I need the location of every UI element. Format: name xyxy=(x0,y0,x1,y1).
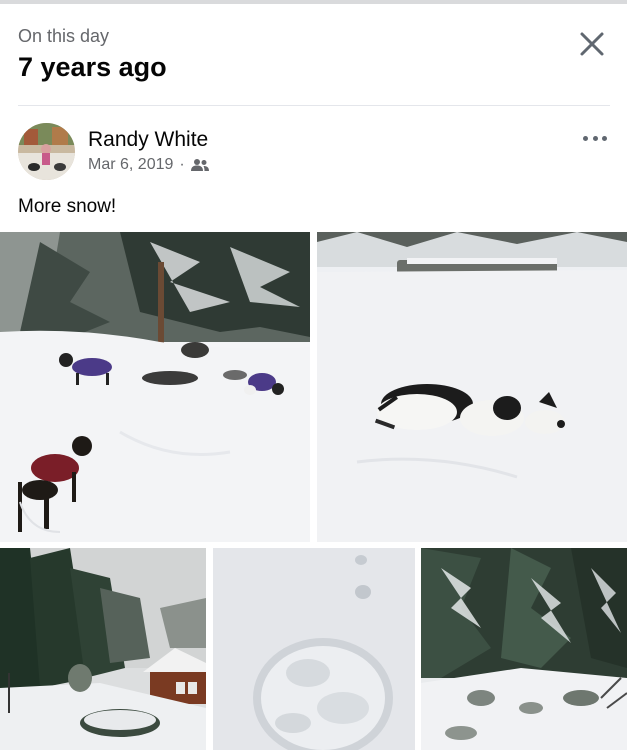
post-meta: Mar 6, 2019 · xyxy=(88,156,209,174)
more-options-button[interactable] xyxy=(580,128,610,148)
more-dot xyxy=(592,135,598,141)
meta-separator: · xyxy=(179,156,185,173)
post-text: More snow! xyxy=(18,196,117,217)
photo-snow-closeup[interactable] xyxy=(213,548,415,750)
friends-icon[interactable] xyxy=(190,158,209,172)
photo-dogs-in-snow-yard[interactable] xyxy=(0,232,310,542)
photo-snowy-cabin[interactable] xyxy=(0,548,206,750)
header-divider xyxy=(18,105,610,106)
avatar[interactable] xyxy=(18,123,75,180)
more-dot xyxy=(583,135,588,141)
memory-header: On this day 7 years ago xyxy=(0,4,627,105)
close-button[interactable] xyxy=(574,26,610,62)
more-dot xyxy=(602,135,607,141)
post-date[interactable]: Mar 6, 2019 xyxy=(88,156,173,174)
photo-dog-rolling-in-snow[interactable] xyxy=(317,232,627,542)
close-icon xyxy=(580,32,604,56)
memory-label: On this day xyxy=(18,26,110,46)
memory-heading: 7 years ago xyxy=(18,52,167,82)
author-name[interactable]: Randy White xyxy=(88,128,208,152)
photo-snowy-garden[interactable] xyxy=(421,548,627,750)
